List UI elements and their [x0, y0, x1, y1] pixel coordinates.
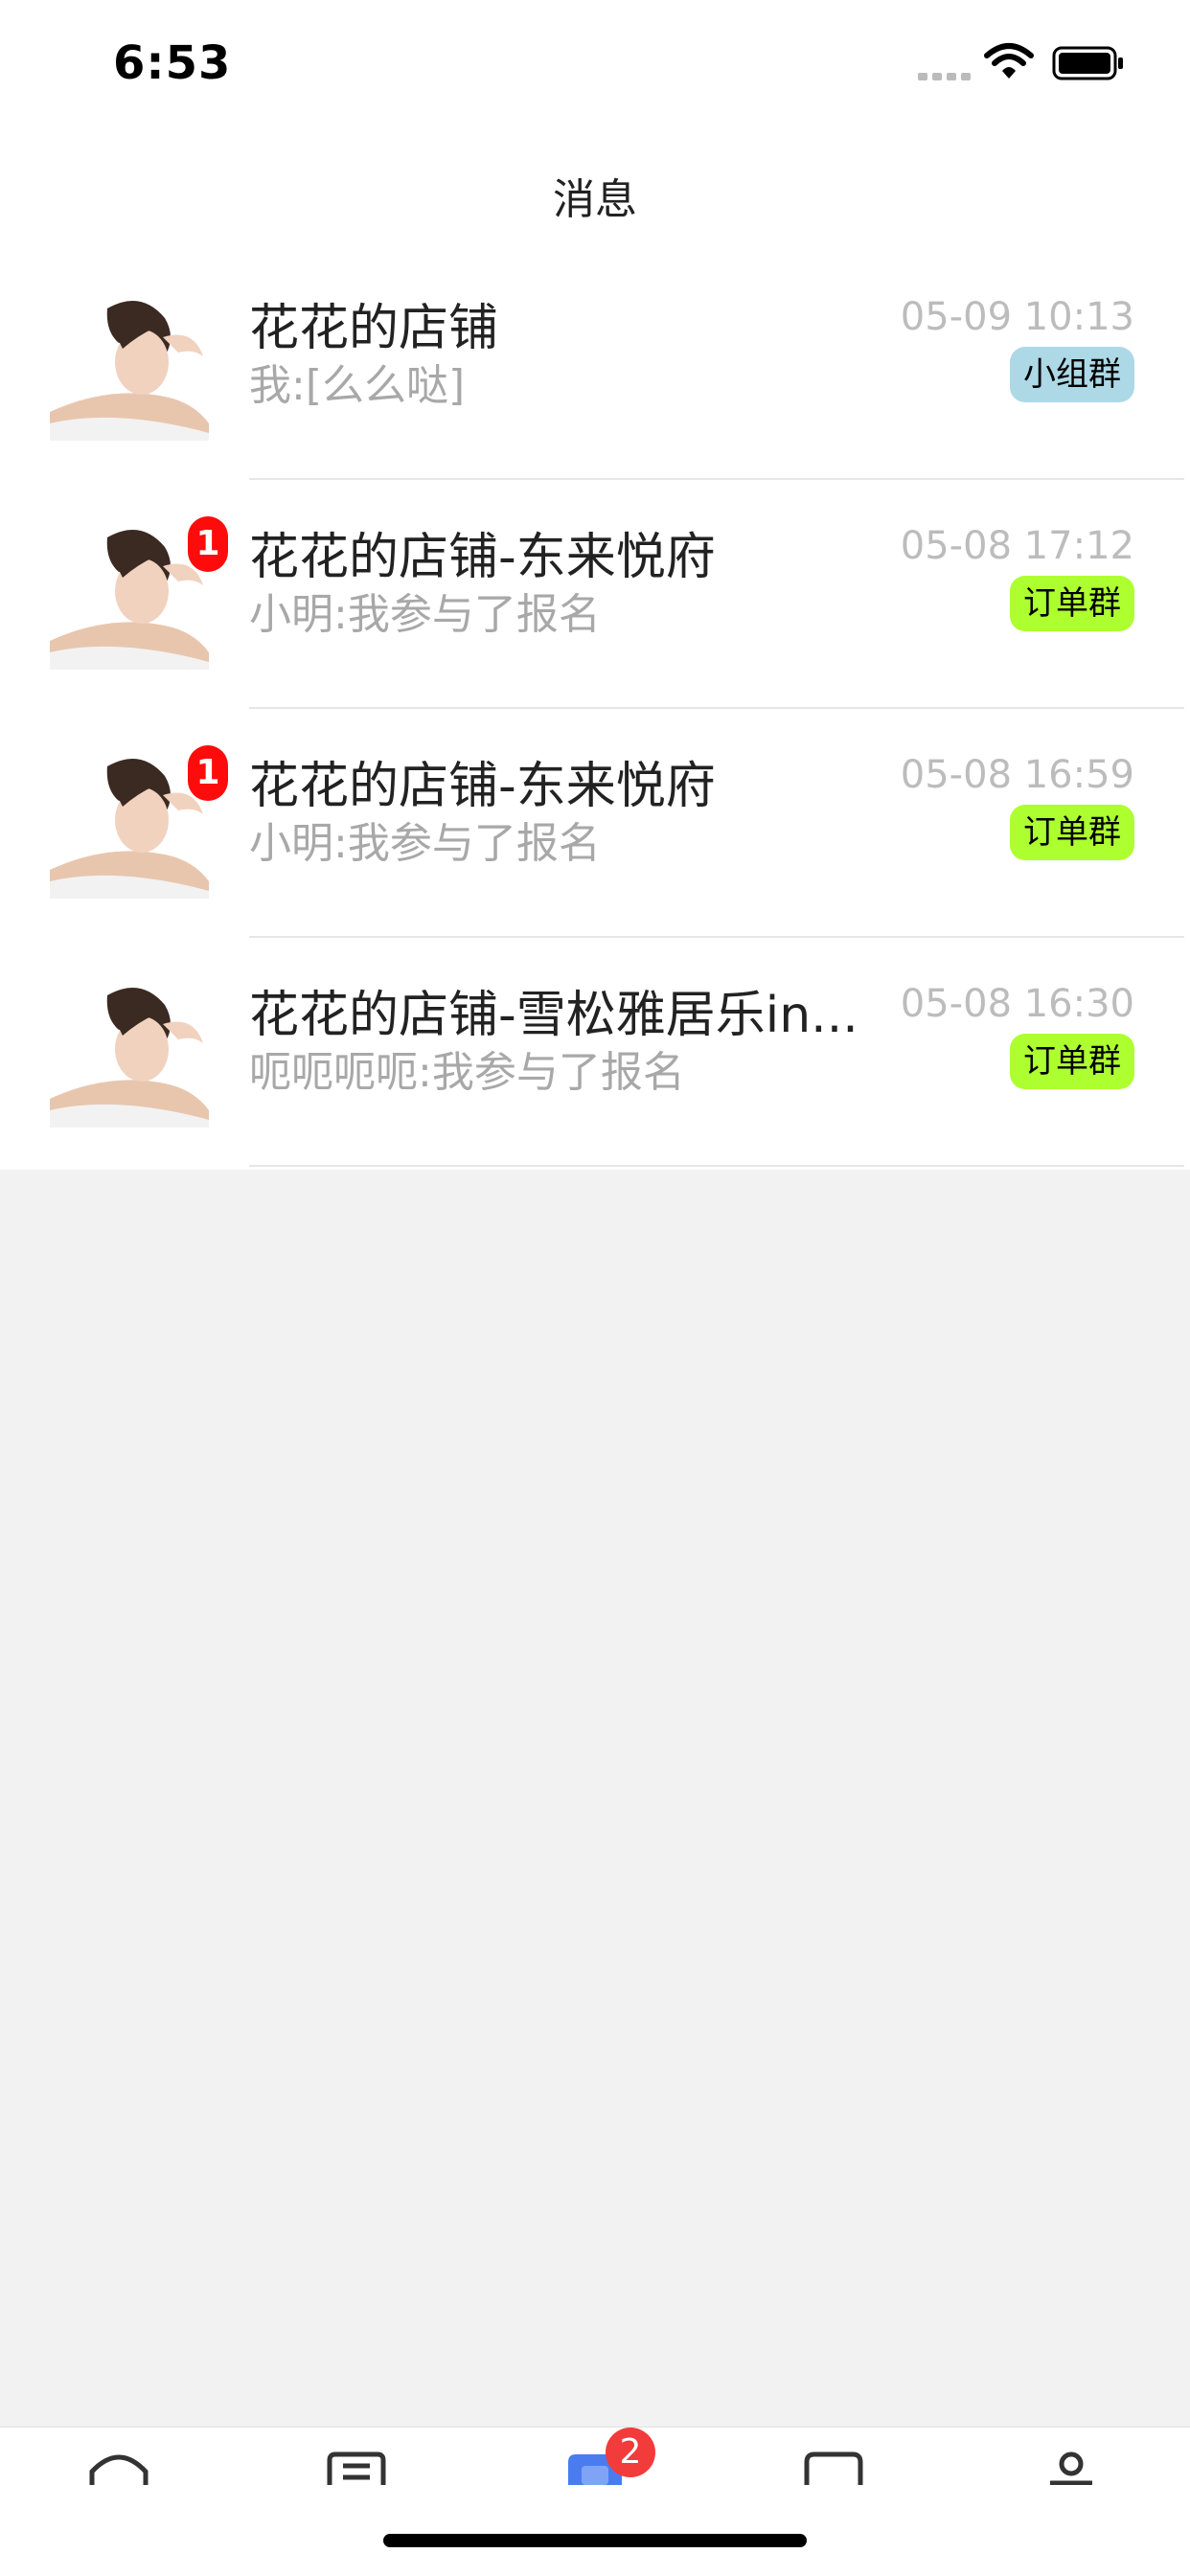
avatar-image [50, 747, 209, 899]
group-type-tag: 小组群 [1010, 347, 1134, 402]
unread-count-badge: 1 [188, 516, 228, 572]
conversation-preview: 小明:我参与了报名 [249, 819, 601, 868]
conversation-time: 05-08 16:30 [900, 982, 1134, 1026]
conversation-item[interactable]: 1 花花的店铺-东来悦府 小明:我参与了报名 05-08 16:59 订单群 [0, 709, 1190, 938]
group-type-tag: 订单群 [1010, 1034, 1134, 1089]
avatar-image [50, 976, 209, 1128]
avatar [50, 518, 209, 670]
avatar [50, 976, 209, 1128]
avatar-image [50, 518, 209, 670]
conversation-name: 花花的店铺-雪松雅居乐in... [249, 987, 858, 1044]
tab-profile[interactable] [952, 2428, 1190, 2485]
conversation-time: 05-08 16:59 [900, 753, 1134, 797]
unread-count-badge: 1 [188, 745, 228, 801]
avatar [50, 289, 209, 441]
conversation-preview: 小明:我参与了报名 [249, 590, 601, 639]
status-bar: 6:53 [0, 0, 1190, 134]
conversation-name: 花花的店铺-东来悦府 [249, 529, 716, 586]
battery-icon [1052, 46, 1123, 80]
chat-icon [804, 2451, 863, 2485]
home-indicator [383, 2534, 807, 2547]
home-icon [89, 2454, 149, 2485]
conversation-preview: 呃呃呃呃:我参与了报名 [249, 1048, 685, 1097]
conversation-item[interactable]: 花花的店铺 我:[么么哒] 05-09 10:13 小组群 [0, 251, 1190, 480]
group-type-tag: 订单群 [1010, 576, 1134, 631]
orders-icon [327, 2451, 386, 2485]
tab-messages[interactable] [476, 2428, 714, 2485]
conversation-name: 花花的店铺-东来悦府 [249, 758, 716, 815]
conversation-name: 花花的店铺 [249, 300, 499, 357]
avatar-image [50, 289, 209, 441]
conversation-item[interactable]: 1 花花的店铺-东来悦府 小明:我参与了报名 05-08 17:12 订单群 [0, 480, 1190, 709]
tab-orders[interactable] [238, 2428, 475, 2485]
cellular-signal-icon [918, 73, 971, 80]
conversation-list: 花花的店铺 我:[么么哒] 05-09 10:13 小组群 1 花花的店铺-东来… [0, 251, 1190, 1167]
avatar [50, 747, 209, 899]
conversation-time: 05-09 10:13 [900, 295, 1134, 339]
page-title: 消息 [553, 175, 637, 224]
tab-chat[interactable] [715, 2428, 952, 2485]
conversation-time: 05-08 17:12 [900, 524, 1134, 568]
messages-tab-badge: 2 [606, 2428, 655, 2477]
tab-home[interactable] [0, 2428, 238, 2485]
group-type-tag: 订单群 [1010, 805, 1134, 860]
tab-bar [0, 2427, 1190, 2576]
profile-icon [1050, 2451, 1092, 2485]
conversation-preview: 我:[么么哒] [249, 361, 466, 410]
status-time: 6:53 [113, 36, 232, 90]
divider [249, 1165, 1184, 1167]
wifi-icon [984, 43, 1034, 79]
conversation-item[interactable]: 花花的店铺-雪松雅居乐in... 呃呃呃呃:我参与了报名 05-08 16:30… [0, 938, 1190, 1167]
